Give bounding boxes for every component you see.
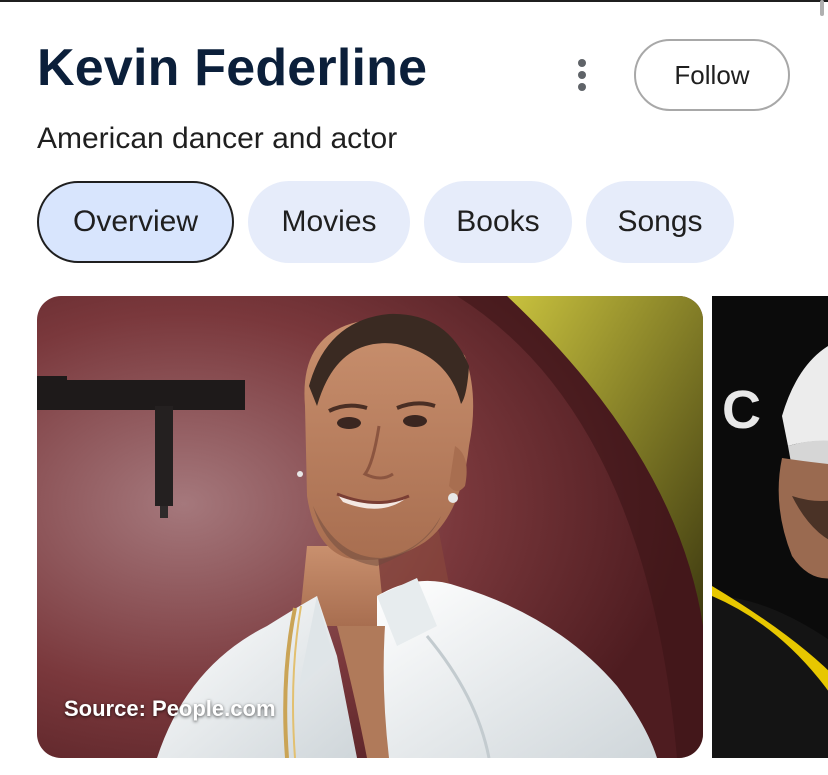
image-source-label: Source: People.com (64, 696, 276, 721)
second-person-image: C (712, 296, 828, 758)
top-divider (0, 0, 828, 2)
person-photo-image (37, 296, 703, 758)
tab-songs[interactable]: Songs (586, 181, 734, 263)
entity-subtitle: American dancer and actor (37, 122, 398, 155)
more-options-button[interactable] (562, 50, 602, 100)
second-photo[interactable]: C (712, 296, 828, 758)
tab-overview[interactable]: Overview (37, 181, 234, 263)
tab-movies[interactable]: Movies (248, 181, 410, 263)
backdrop-letter: C (722, 380, 761, 440)
more-vert-icon (578, 59, 586, 91)
entity-title: Kevin Federline (37, 39, 428, 97)
tab-books[interactable]: Books (424, 181, 572, 263)
scrollbar-thumb[interactable] (820, 0, 824, 16)
main-photo[interactable]: Source: People.com (37, 296, 703, 758)
follow-button[interactable]: Follow (634, 39, 790, 111)
